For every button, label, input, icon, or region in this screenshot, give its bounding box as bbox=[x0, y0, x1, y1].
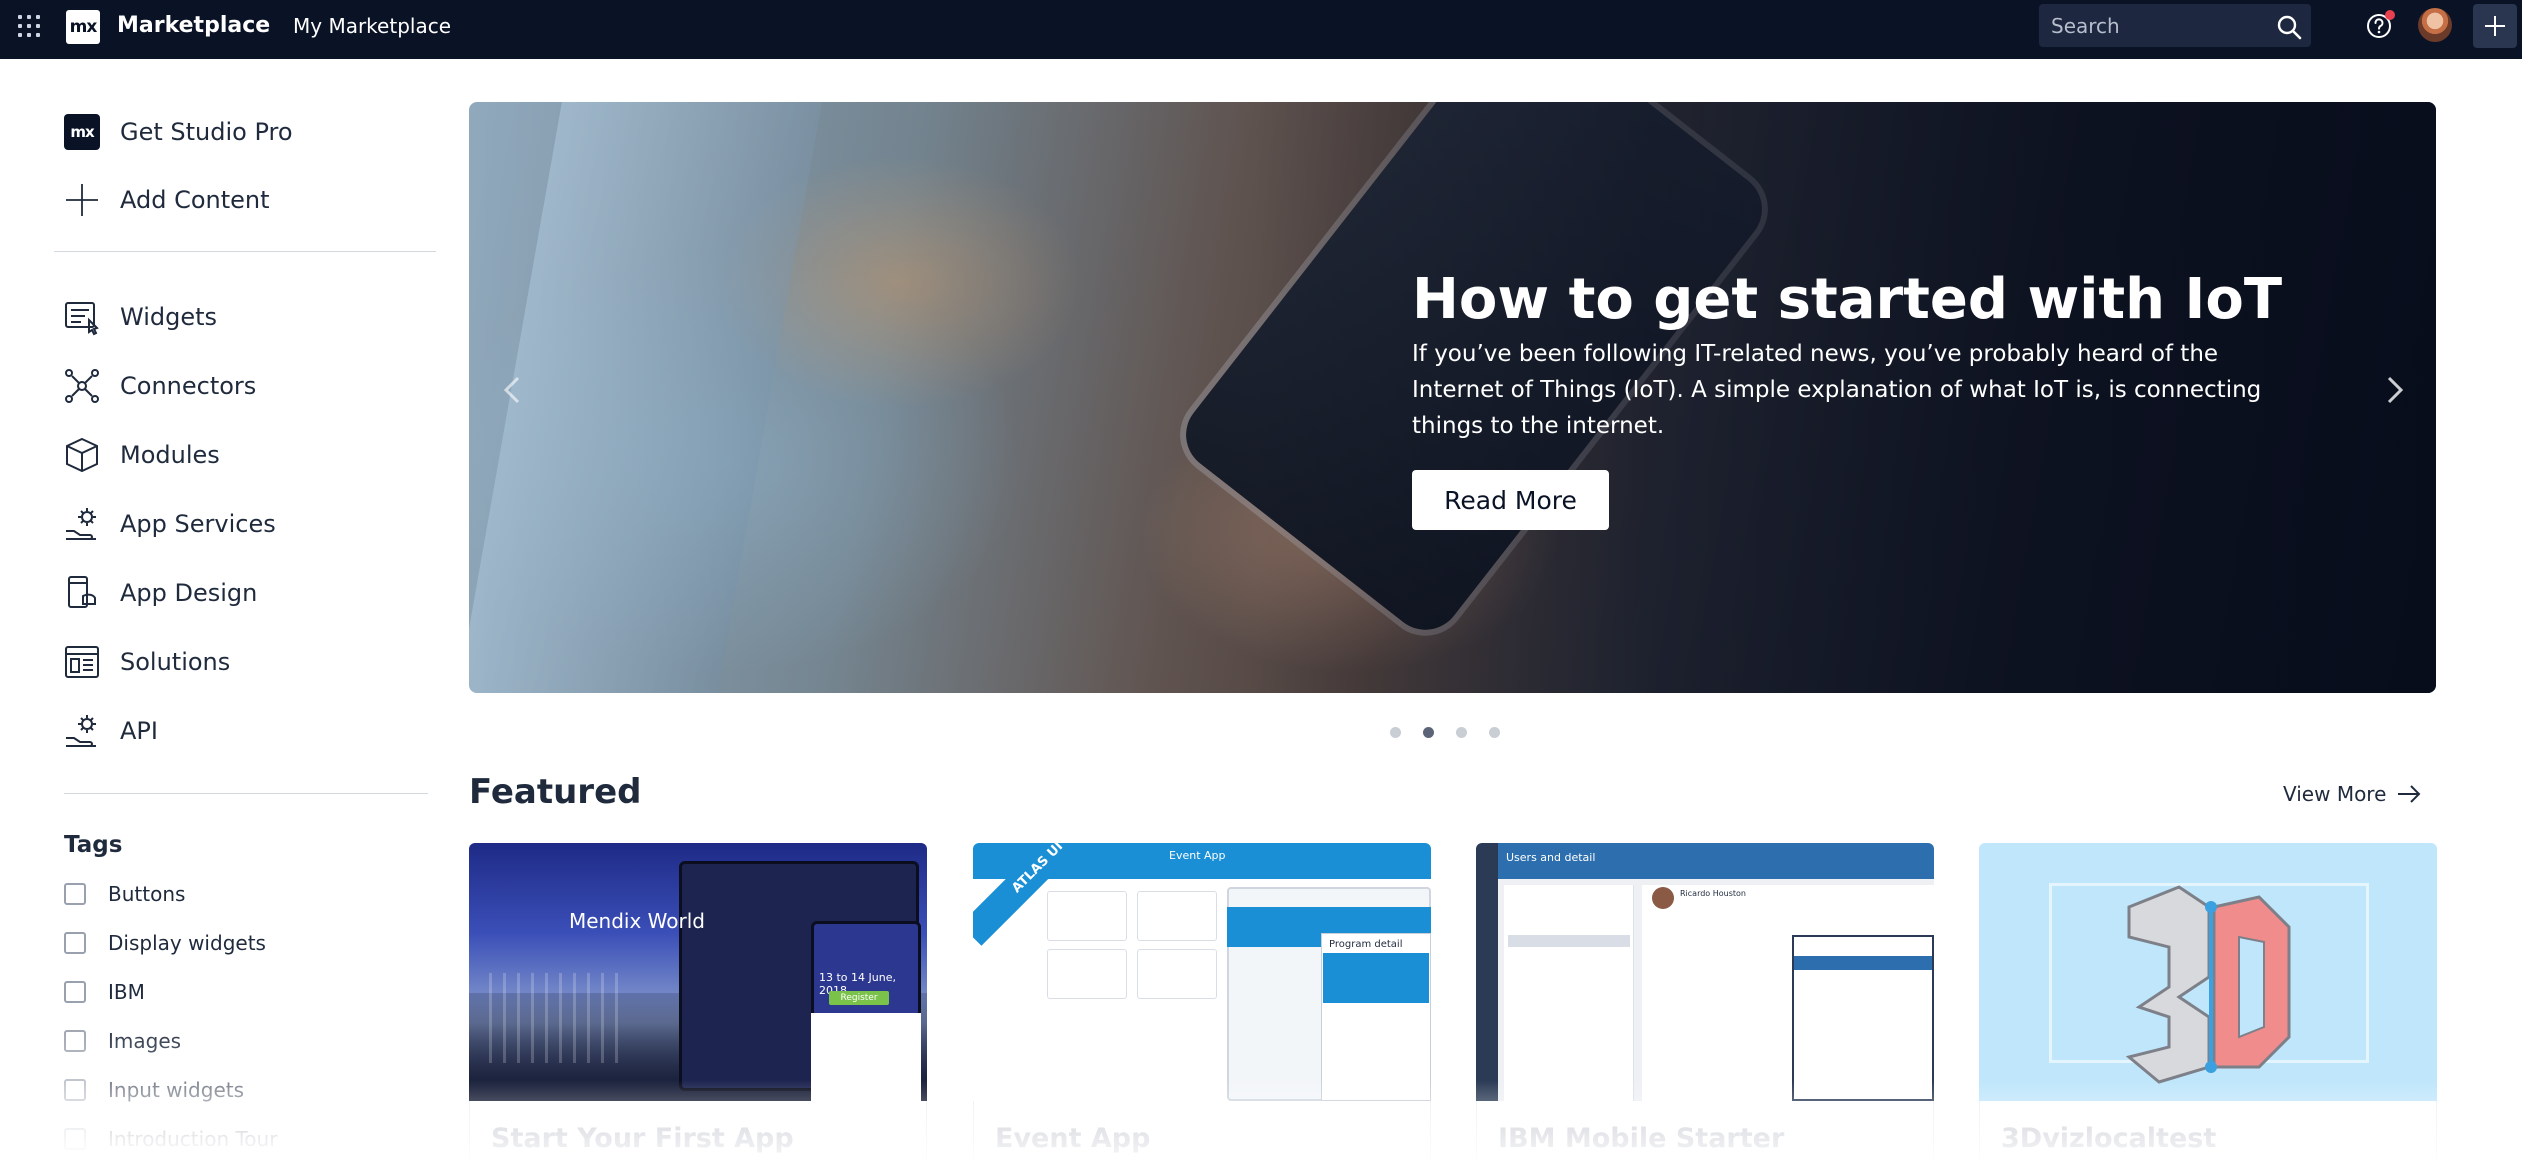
widgets-icon bbox=[65, 302, 99, 336]
search-input[interactable] bbox=[2051, 12, 2261, 40]
sidebar-item-label: Solutions bbox=[120, 648, 231, 676]
carousel-dot[interactable] bbox=[1390, 727, 1401, 738]
card-thumb-text: Event App bbox=[1169, 849, 1226, 862]
card-thumb-subtext: Program detail bbox=[1329, 939, 1403, 950]
view-more-link[interactable]: View More bbox=[2283, 779, 2422, 809]
get-studio-pro-link[interactable]: mx Get Studio Pro bbox=[62, 109, 293, 155]
card-thumbnail bbox=[1979, 843, 2437, 1101]
tag-checkbox-images[interactable]: Images bbox=[64, 1026, 181, 1056]
sidebar-item-modules[interactable]: Modules bbox=[62, 432, 220, 478]
card-thumb-text: Mendix World bbox=[569, 909, 705, 933]
sidebar-item-widgets[interactable]: Widgets bbox=[62, 294, 217, 340]
get-studio-pro-label: Get Studio Pro bbox=[120, 118, 293, 146]
sidebar-divider bbox=[54, 251, 436, 252]
avatar[interactable] bbox=[2418, 8, 2452, 42]
hero-carousel: How to get started with IoT If you’ve be… bbox=[469, 102, 2436, 693]
card-thumbnail: Mendix World 13 to 14 June, 2018 Registe… bbox=[469, 843, 927, 1101]
card-title: Event App bbox=[995, 1123, 1151, 1154]
carousel-next-icon[interactable] bbox=[2375, 370, 2415, 410]
top-bar: mx Marketplace My Marketplace bbox=[0, 0, 2522, 59]
featured-card-ibm-mobile-starter[interactable]: Users and detail Ricardo Houston IBM Mob… bbox=[1476, 843, 1934, 1161]
checkbox[interactable] bbox=[64, 1079, 86, 1101]
checkbox[interactable] bbox=[64, 883, 86, 905]
sidebar-item-label: App Design bbox=[120, 579, 258, 607]
sidebar-item-solutions[interactable]: Solutions bbox=[62, 639, 230, 685]
card-title: IBM Mobile Starter bbox=[1498, 1123, 1785, 1154]
search-box bbox=[2039, 4, 2311, 47]
checkbox[interactable] bbox=[64, 932, 86, 954]
plus-icon bbox=[66, 184, 98, 216]
card-thumbnail: Event App ATLAS UI Program detail bbox=[973, 843, 1431, 1101]
sidebar: mx Get Studio Pro Add Content Widgets Co… bbox=[0, 59, 460, 1161]
sidebar-item-connectors[interactable]: Connectors bbox=[62, 363, 256, 409]
card-thumbnail: Users and detail Ricardo Houston bbox=[1476, 843, 1934, 1101]
connectors-icon bbox=[65, 369, 99, 403]
tag-label: Introduction Tour bbox=[108, 1127, 278, 1151]
tag-label: Images bbox=[108, 1029, 182, 1053]
tag-checkbox-buttons[interactable]: Buttons bbox=[64, 879, 185, 909]
sidebar-item-api[interactable]: API bbox=[62, 708, 158, 754]
modules-icon bbox=[66, 437, 98, 473]
card-thumb-text: Users and detail bbox=[1506, 851, 1596, 864]
3d-logo-icon bbox=[2125, 885, 2291, 1084]
sidebar-item-label: API bbox=[120, 717, 158, 745]
carousel-dot[interactable] bbox=[1489, 727, 1500, 738]
carousel-indicators bbox=[1390, 727, 1522, 738]
app-design-icon bbox=[68, 576, 96, 608]
card-thumb-button: Register bbox=[829, 991, 889, 1005]
sidebar-item-label: Widgets bbox=[120, 303, 218, 331]
tag-checkbox-input-widgets[interactable]: Input widgets bbox=[64, 1075, 244, 1105]
carousel-dot-active[interactable] bbox=[1423, 727, 1434, 738]
tag-label: Input widgets bbox=[108, 1078, 245, 1102]
mendix-logo[interactable]: mx bbox=[66, 10, 100, 44]
tags-heading: Tags bbox=[64, 832, 123, 858]
view-more-label: View More bbox=[2283, 782, 2387, 806]
card-title: 3Dvizlocaltest bbox=[2001, 1123, 2217, 1154]
sidebar-item-label: App Services bbox=[120, 510, 276, 538]
checkbox[interactable] bbox=[64, 1030, 86, 1052]
tag-checkbox-ibm[interactable]: IBM bbox=[64, 977, 145, 1007]
add-content-link[interactable]: Add Content bbox=[62, 177, 270, 223]
create-button[interactable] bbox=[2473, 4, 2517, 48]
sidebar-divider bbox=[64, 793, 428, 794]
tag-checkbox-introduction-tour[interactable]: Introduction Tour bbox=[64, 1124, 277, 1154]
hero-title: How to get started with IoT bbox=[1412, 267, 2283, 332]
featured-card-start-your-first-app[interactable]: Mendix World 13 to 14 June, 2018 Registe… bbox=[469, 843, 927, 1161]
featured-card-event-app[interactable]: Event App ATLAS UI Program detail Event … bbox=[973, 843, 1431, 1161]
sidebar-item-app-services[interactable]: App Services bbox=[62, 501, 276, 547]
mendix-icon: mx bbox=[64, 114, 100, 150]
tag-label: IBM bbox=[108, 980, 145, 1004]
add-content-label: Add Content bbox=[120, 186, 270, 214]
arrow-right-icon bbox=[2398, 785, 2421, 803]
checkbox[interactable] bbox=[64, 1128, 86, 1150]
card-title: Start Your First App bbox=[491, 1123, 794, 1154]
carousel-prev-icon[interactable] bbox=[492, 370, 532, 410]
api-icon bbox=[66, 715, 96, 747]
tag-label: Buttons bbox=[108, 882, 186, 906]
carousel-dot[interactable] bbox=[1456, 727, 1467, 738]
sidebar-item-label: Connectors bbox=[120, 372, 257, 400]
hero-description: If you’ve been following IT-related news… bbox=[1412, 341, 2262, 439]
app-switcher-icon[interactable] bbox=[16, 13, 42, 39]
featured-card-3dvizlocaltest[interactable]: 3Dvizlocaltest bbox=[1979, 843, 2437, 1161]
my-marketplace-link[interactable]: My Marketplace bbox=[293, 11, 451, 41]
read-more-button[interactable]: Read More bbox=[1412, 470, 1609, 530]
search-icon[interactable] bbox=[2275, 13, 2303, 41]
featured-heading: Featured bbox=[469, 772, 642, 812]
marketplace-title[interactable]: Marketplace bbox=[117, 11, 270, 41]
solutions-icon bbox=[65, 646, 99, 678]
app-services-icon bbox=[66, 508, 96, 540]
notification-badge bbox=[2385, 10, 2395, 20]
checkbox[interactable] bbox=[64, 981, 86, 1003]
card-thumb-subtext: Ricardo Houston bbox=[1680, 889, 1746, 898]
sidebar-item-label: Modules bbox=[120, 441, 220, 469]
sidebar-item-app-design[interactable]: App Design bbox=[62, 570, 257, 616]
tag-checkbox-display-widgets[interactable]: Display widgets bbox=[64, 928, 266, 958]
tag-label: Display widgets bbox=[108, 931, 266, 955]
